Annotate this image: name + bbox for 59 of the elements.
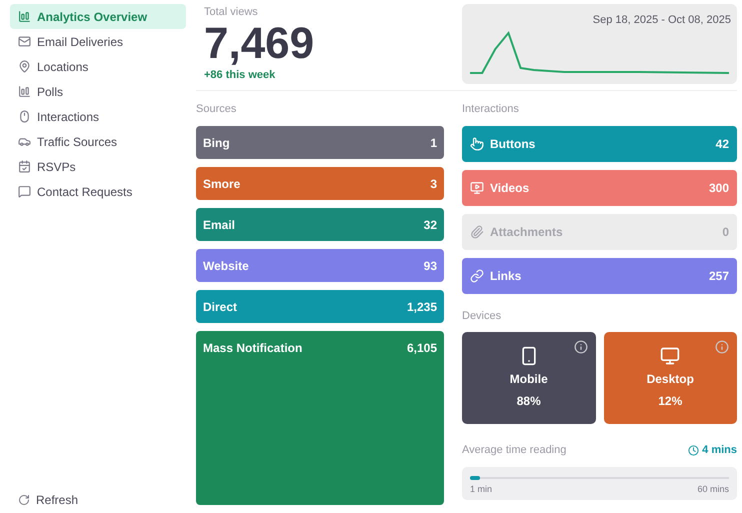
link-icon	[470, 268, 484, 282]
source-count: 1,235	[406, 298, 437, 316]
device-share: 88%	[516, 393, 541, 410]
video-icon	[470, 180, 484, 194]
paperclip-icon	[470, 224, 484, 238]
min-label: 1 min	[470, 482, 492, 496]
device-label: Mobile	[510, 371, 548, 388]
chat-icon	[18, 185, 31, 198]
sidebar-item[interactable]: Email Deliveries	[10, 29, 186, 54]
interaction-count: 257	[708, 268, 729, 284]
info-icon[interactable]	[574, 340, 588, 354]
refresh-button[interactable]: Refresh	[10, 489, 186, 511]
calendar-check-icon	[18, 160, 31, 173]
chart-icon	[18, 85, 31, 98]
mail-icon	[18, 35, 31, 48]
sidebar-item[interactable]: Traffic Sources	[10, 129, 186, 154]
refresh-icon	[18, 494, 30, 506]
clock-icon	[688, 444, 700, 456]
source-count: 32	[424, 216, 437, 234]
source-label: Bing	[203, 134, 230, 152]
interaction-count: 300	[708, 180, 729, 196]
total-views-value: 7,469	[204, 20, 316, 66]
source-label: Direct	[203, 298, 238, 316]
interaction-count: 42	[716, 136, 729, 152]
sidebar-item[interactable]: Polls	[10, 79, 186, 104]
weekly-change: +86 this week	[204, 68, 276, 82]
source-label: Email	[203, 216, 236, 234]
source-label: Smore	[203, 176, 240, 192]
pointer-icon	[470, 136, 484, 150]
mouse-icon	[18, 110, 31, 123]
map-pin-icon	[18, 60, 31, 73]
source-count: 93	[424, 258, 437, 274]
section-title: Sources	[196, 102, 238, 117]
section-title: Interactions	[462, 102, 520, 117]
max-label: 60 mins	[697, 482, 729, 496]
reading-time: 4 mins	[688, 442, 737, 458]
interaction-label: Links	[490, 268, 522, 284]
sidebar-item[interactable]: Locations	[10, 54, 186, 79]
sidebar-item[interactable]: Analytics Overview	[10, 4, 186, 29]
interaction-label: Buttons	[490, 136, 536, 152]
source-count: 3	[430, 176, 437, 192]
sidebar-item[interactable]: RSVPs	[10, 154, 186, 179]
sidebar-item[interactable]: Interactions	[10, 104, 186, 129]
source-count: 1	[430, 134, 437, 152]
source-count: 6,105	[406, 340, 437, 356]
device-share: 12%	[658, 393, 682, 410]
source-label: Website	[203, 258, 249, 274]
interaction-count: 0	[722, 224, 729, 240]
interaction-label: Attachments	[490, 224, 564, 240]
total-views-label: Total views	[204, 5, 259, 20]
section-title: Devices	[462, 308, 502, 324]
device-label: Desktop	[646, 371, 694, 388]
sidebar-item[interactable]: Contact Requests	[10, 179, 186, 204]
section-title: Average time reading	[462, 443, 566, 458]
monitor-icon	[660, 346, 680, 366]
interaction-label: Videos	[490, 180, 530, 196]
source-label: Mass Notification	[203, 340, 302, 356]
chart-icon	[18, 10, 31, 23]
date-range: Sep 18, 2025 - Oct 08, 2025	[592, 13, 731, 28]
